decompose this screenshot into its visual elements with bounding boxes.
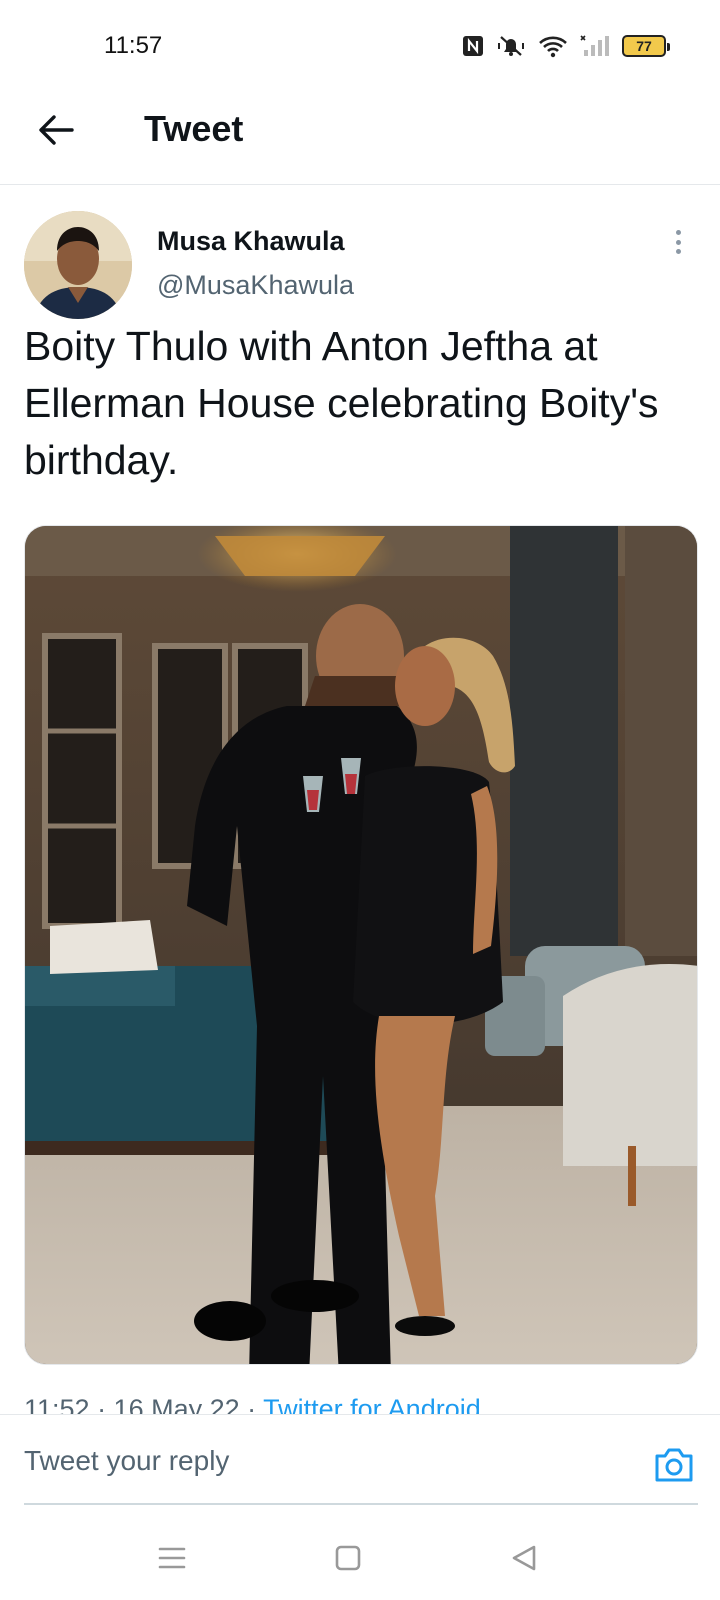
vibrate-off-icon: [496, 34, 526, 58]
more-dot: [675, 239, 681, 245]
nav-menu-button[interactable]: [152, 1540, 192, 1580]
status-icons: 77: [462, 32, 670, 60]
reply-input[interactable]: Tweet your reply: [24, 1445, 229, 1477]
status-time: 11:57: [104, 32, 163, 59]
tweet-source-link[interactable]: Twitter for Android: [263, 1394, 481, 1416]
tweet-photo[interactable]: [24, 525, 698, 1365]
nav-home-button[interactable]: [328, 1540, 368, 1580]
status-bar: 11:57 77: [0, 0, 720, 90]
camera-button[interactable]: [652, 1445, 696, 1489]
triangle-back-icon: [510, 1544, 538, 1577]
reply-bar: Tweet your reply: [0, 1414, 720, 1526]
author-handle[interactable]: @MusaKhawula: [157, 270, 354, 301]
camera-icon: [653, 1446, 695, 1489]
battery-icon: 77: [622, 35, 670, 57]
signal-icon: [580, 34, 610, 58]
more-dot: [675, 249, 681, 254]
square-home-icon: [334, 1544, 362, 1577]
app-header: Tweet: [0, 90, 720, 185]
nav-back-button[interactable]: [504, 1540, 544, 1580]
system-nav-bar: [0, 1526, 720, 1600]
more-options-button[interactable]: [666, 226, 690, 258]
tweet-text: Boity Thulo with Anton Jeftha at Ellerma…: [24, 323, 659, 483]
menu-icon: [158, 1545, 186, 1576]
tweet-meta: 11:52 · 16 May 22 · Twitter for Android: [24, 1394, 481, 1416]
avatar[interactable]: [24, 211, 132, 319]
reply-divider: [24, 1503, 698, 1505]
back-button[interactable]: [34, 110, 78, 154]
nfc-icon: [462, 34, 484, 58]
page-title: Tweet: [144, 108, 244, 149]
author-name[interactable]: Musa Khawula: [157, 226, 345, 257]
arrow-left-icon: [38, 114, 74, 151]
wifi-icon: [538, 34, 568, 58]
more-dot: [675, 230, 681, 235]
tweet-timestamp: 11:52 · 16 May 22 ·: [24, 1394, 264, 1416]
